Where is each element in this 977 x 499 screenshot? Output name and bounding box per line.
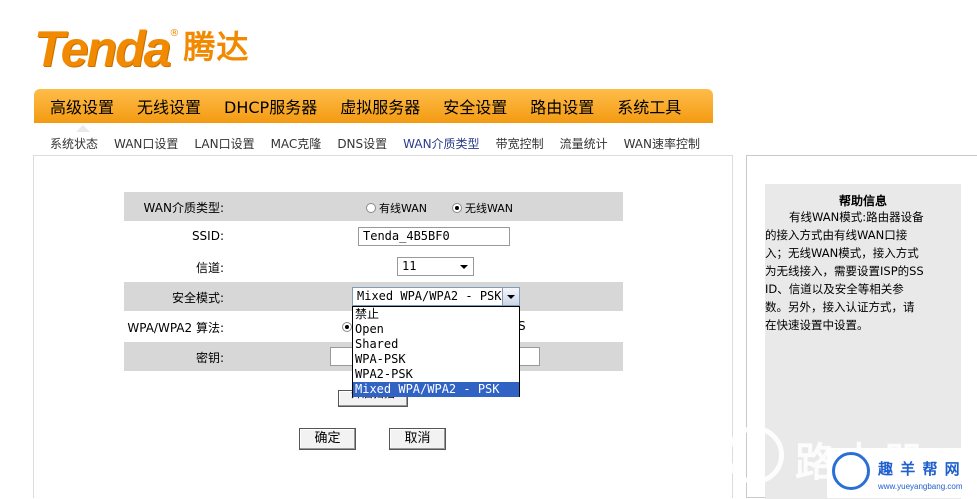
nav-security-settings[interactable]: 安全设置 [443, 94, 507, 118]
wan-wireless-radio[interactable] [452, 203, 462, 213]
tenda-logo: Tenda ® 腾达 [34, 21, 250, 77]
option-disabled[interactable]: 禁止 [353, 307, 519, 322]
ssid-label: SSID: [191, 229, 224, 243]
subnav-traffic-stats[interactable]: 流量统计 [560, 135, 608, 152]
wan-wired-option[interactable]: 有线WAN [366, 200, 427, 216]
subnav-mac-clone[interactable]: MAC克隆 [271, 135, 322, 152]
nav-wireless-settings[interactable]: 无线设置 [137, 94, 201, 118]
algorithm-label: WPA/WPA2 算法: [127, 321, 224, 335]
nav-dhcp-server[interactable]: DHCP服务器 [224, 94, 317, 118]
wan-wired-radio[interactable] [366, 203, 376, 213]
main-nav: 高级设置 无线设置 DHCP服务器 虚拟服务器 安全设置 路由设置 系统工具 [34, 89, 713, 123]
nav-virtual-server[interactable]: 虚拟服务器 [340, 94, 420, 118]
subnav-wan-settings[interactable]: WAN口设置 [114, 135, 178, 152]
wan-type-row: WAN介质类型: 有线WAN 无线WAN [124, 192, 623, 221]
nav-routing-settings[interactable]: 路由设置 [530, 94, 594, 118]
watermark-site-name: 趣 羊 帮 网 [878, 460, 961, 478]
option-mixed-wpa-wpa2-psk[interactable]: Mixed WPA/WPA2 - PSK [353, 382, 519, 397]
ssid-input[interactable]: Tenda_4B5BF0 [358, 227, 510, 246]
option-open[interactable]: Open [353, 322, 519, 337]
chevron-down-icon [460, 265, 468, 269]
sub-nav-pointer [76, 125, 90, 132]
subnav-wan-speed-control[interactable]: WAN速率控制 [624, 135, 700, 152]
help-title: 帮助信息 [838, 194, 887, 208]
nav-advanced-settings[interactable]: 高级设置 [50, 94, 114, 118]
security-label: 安全模式: [171, 291, 224, 305]
watermark-url: www.yueyangbang.com [878, 482, 963, 491]
channel-select[interactable]: 11 [397, 257, 474, 276]
algorithm-radio-partial[interactable] [342, 319, 352, 333]
channel-row: 信道: [124, 252, 623, 281]
option-wpa2-psk[interactable]: WPA2-PSK [353, 367, 519, 382]
security-mode-dropdown[interactable]: 禁止 Open Shared WPA-PSK WPA2-PSK Mixed WP… [352, 306, 520, 397]
security-select[interactable]: Mixed WPA/WPA2 - PSK [352, 287, 520, 306]
channel-label: 信道: [195, 261, 224, 275]
key-label: 密钥: [195, 351, 224, 365]
watermark-logo-icon [726, 426, 784, 484]
option-wpa-psk[interactable]: WPA-PSK [353, 352, 519, 367]
subnav-bandwidth-control[interactable]: 带宽控制 [496, 135, 544, 152]
cancel-button[interactable]: 取消 [389, 428, 446, 450]
wan-wireless-option[interactable]: 无线WAN [452, 200, 513, 216]
router-icon [832, 452, 870, 490]
help-text: 有线WAN模式:路由器设备的接入方式由有线WAN口接入；无线WAN模式，接入方式… [765, 210, 924, 332]
sub-nav: 系统状态 WAN口设置 LAN口设置 MAC克隆 DNS设置 WAN介质类型 带… [50, 135, 716, 151]
subnav-system-status[interactable]: 系统状态 [50, 135, 98, 152]
wan-type-label: WAN介质类型: [143, 201, 224, 215]
ok-button[interactable]: 确定 [299, 428, 356, 450]
subnav-dns-settings[interactable]: DNS设置 [337, 135, 387, 152]
dropdown-arrow-icon[interactable] [502, 288, 519, 305]
nav-system-tools[interactable]: 系统工具 [617, 94, 681, 118]
subnav-lan-settings[interactable]: LAN口设置 [194, 135, 254, 152]
subnav-wan-media-type[interactable]: WAN介质类型 [403, 135, 479, 152]
option-shared[interactable]: Shared [353, 337, 519, 352]
